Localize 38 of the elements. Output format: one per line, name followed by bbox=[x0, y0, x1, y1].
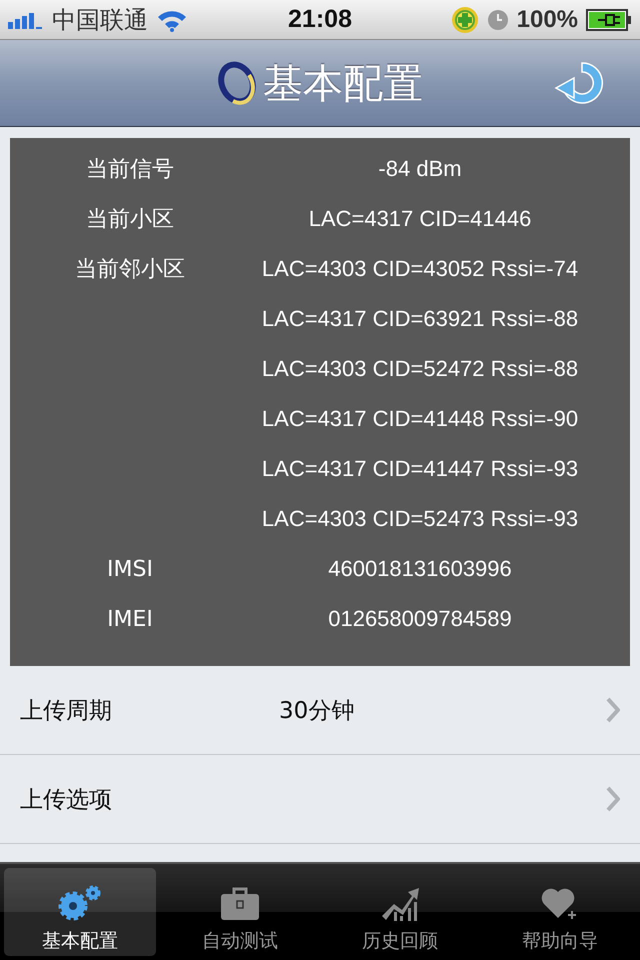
info-value: LAC=4303 CID=43052 Rssi=-74 bbox=[260, 256, 580, 282]
signal-icon bbox=[8, 10, 44, 28]
info-value: -84 dBm bbox=[377, 156, 463, 182]
rising-chart-icon bbox=[380, 886, 420, 922]
tab-item[interactable]: 帮助向导 bbox=[484, 868, 636, 956]
tab-item[interactable]: 基本配置 bbox=[4, 868, 156, 956]
setting-label: 上传选项 bbox=[20, 786, 113, 814]
info-label: IMSI bbox=[106, 556, 154, 582]
info-label: IMEI bbox=[106, 606, 154, 632]
battery-percent: 100% bbox=[516, 6, 578, 34]
info-value: LAC=4303 CID=52472 Rssi=-88 bbox=[260, 356, 580, 382]
battery-icon bbox=[586, 8, 632, 30]
page-title: 基本配置 bbox=[263, 60, 423, 108]
info-value: LAC=4317 CID=63921 Rssi=-88 bbox=[260, 306, 580, 332]
ring-logo-icon bbox=[217, 61, 257, 105]
alarm-clock-icon bbox=[486, 8, 509, 30]
chevron-icon bbox=[606, 786, 620, 812]
info-value: 012658009784589 bbox=[327, 606, 513, 632]
info-label: 当前信号 bbox=[85, 156, 175, 184]
plus-badge-icon bbox=[450, 6, 479, 34]
info-label: 当前小区 bbox=[85, 206, 175, 234]
info-value: LAC=4317 CID=41447 Rssi=-93 bbox=[260, 456, 580, 482]
carrier-name: 中国联通 bbox=[52, 4, 148, 36]
info-value: LAC=4317 CID=41448 Rssi=-90 bbox=[260, 406, 580, 432]
setting-label: 上传周期 bbox=[20, 696, 113, 726]
gears-icon bbox=[57, 884, 103, 922]
info-value: 460018131603996 bbox=[327, 556, 513, 582]
tab-item[interactable]: 历史回顾 bbox=[324, 868, 476, 956]
info-value: LAC=4303 CID=52473 Rssi=-93 bbox=[260, 506, 580, 532]
info-label: 当前邻小区 bbox=[74, 256, 186, 284]
briefcase-icon bbox=[220, 886, 260, 922]
setting-value: 30分钟 bbox=[279, 696, 356, 726]
chevron-icon bbox=[606, 697, 620, 723]
clock-time: 21:08 bbox=[288, 5, 352, 34]
settings-row[interactable]: 上传周期 30分钟 bbox=[0, 666, 640, 755]
tab-item[interactable]: 自动测试 bbox=[164, 868, 316, 956]
info-value: LAC=4317 CID=41446 bbox=[308, 206, 532, 232]
settings-row[interactable]: 上传选项 bbox=[0, 755, 640, 844]
